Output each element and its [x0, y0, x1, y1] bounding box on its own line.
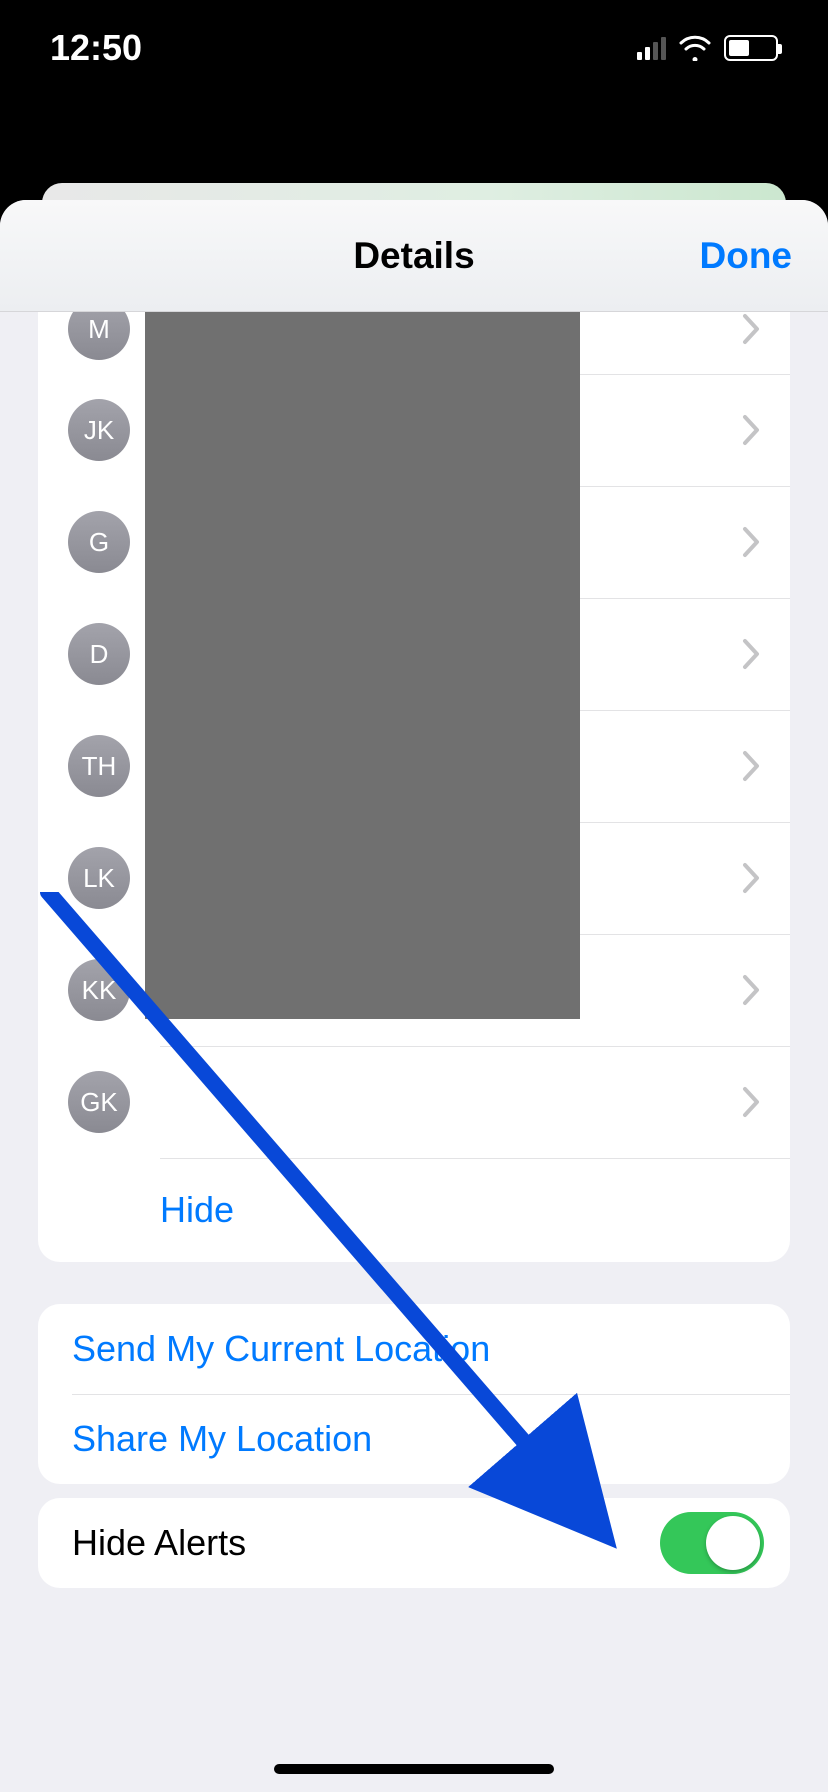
- location-actions-group: Send My Current Location Share My Locati…: [38, 1304, 790, 1484]
- contact-row[interactable]: D: [38, 598, 790, 710]
- hide-alerts-row: Hide Alerts: [38, 1498, 790, 1588]
- contacts-card: M JK G: [38, 312, 790, 1262]
- avatar: D: [68, 623, 130, 685]
- contact-name-area: [160, 312, 740, 374]
- share-my-location-button[interactable]: Share My Location: [38, 1394, 790, 1484]
- cellular-signal-icon: [637, 36, 666, 60]
- hide-contacts-button[interactable]: Hide: [38, 1158, 790, 1262]
- contact-row[interactable]: JK: [38, 374, 790, 486]
- contact-name-area: [160, 598, 740, 710]
- contact-name-area: [160, 934, 740, 1046]
- home-indicator: [274, 1764, 554, 1774]
- chevron-right-icon: [740, 861, 762, 895]
- avatar: KK: [68, 959, 130, 1021]
- contact-row[interactable]: LK: [38, 822, 790, 934]
- chevron-right-icon: [740, 312, 762, 346]
- sheet-body: M JK G: [0, 312, 828, 1792]
- avatar: JK: [68, 399, 130, 461]
- action-label: Share My Location: [72, 1418, 372, 1460]
- contact-row[interactable]: G: [38, 486, 790, 598]
- contact-name-area: [160, 710, 740, 822]
- contact-row[interactable]: M: [38, 312, 790, 374]
- contact-row[interactable]: KK: [38, 934, 790, 1046]
- chevron-right-icon: [740, 973, 762, 1007]
- sheet-title: Details: [353, 235, 474, 277]
- chevron-right-icon: [740, 749, 762, 783]
- avatar: TH: [68, 735, 130, 797]
- chevron-right-icon: [740, 525, 762, 559]
- contact-row[interactable]: GK: [38, 1046, 790, 1158]
- avatar: LK: [68, 847, 130, 909]
- status-right: [637, 35, 778, 61]
- status-time: 12:50: [50, 27, 142, 69]
- status-bar: 12:50: [0, 0, 828, 96]
- contact-name-area: [160, 822, 740, 934]
- hide-label: Hide: [160, 1189, 234, 1231]
- contact-name-area: [160, 486, 740, 598]
- avatar: M: [68, 312, 130, 360]
- wifi-icon: [678, 35, 712, 61]
- contact-name-area: [160, 1046, 740, 1158]
- contact-row[interactable]: TH: [38, 710, 790, 822]
- chevron-right-icon: [740, 1085, 762, 1119]
- chevron-right-icon: [740, 413, 762, 447]
- hide-alerts-label: Hide Alerts: [72, 1522, 246, 1564]
- send-current-location-button[interactable]: Send My Current Location: [38, 1304, 790, 1394]
- sheet-header: Details Done: [0, 200, 828, 312]
- avatar: G: [68, 511, 130, 573]
- hide-alerts-toggle[interactable]: [660, 1512, 764, 1574]
- avatar: GK: [68, 1071, 130, 1133]
- done-button[interactable]: Done: [700, 200, 793, 311]
- chevron-right-icon: [740, 637, 762, 671]
- battery-icon: [724, 35, 778, 61]
- details-sheet: Details Done M JK G: [0, 200, 828, 1792]
- contact-name-area: [160, 374, 740, 486]
- hide-alerts-group: Hide Alerts: [38, 1498, 790, 1588]
- action-label: Send My Current Location: [72, 1328, 490, 1370]
